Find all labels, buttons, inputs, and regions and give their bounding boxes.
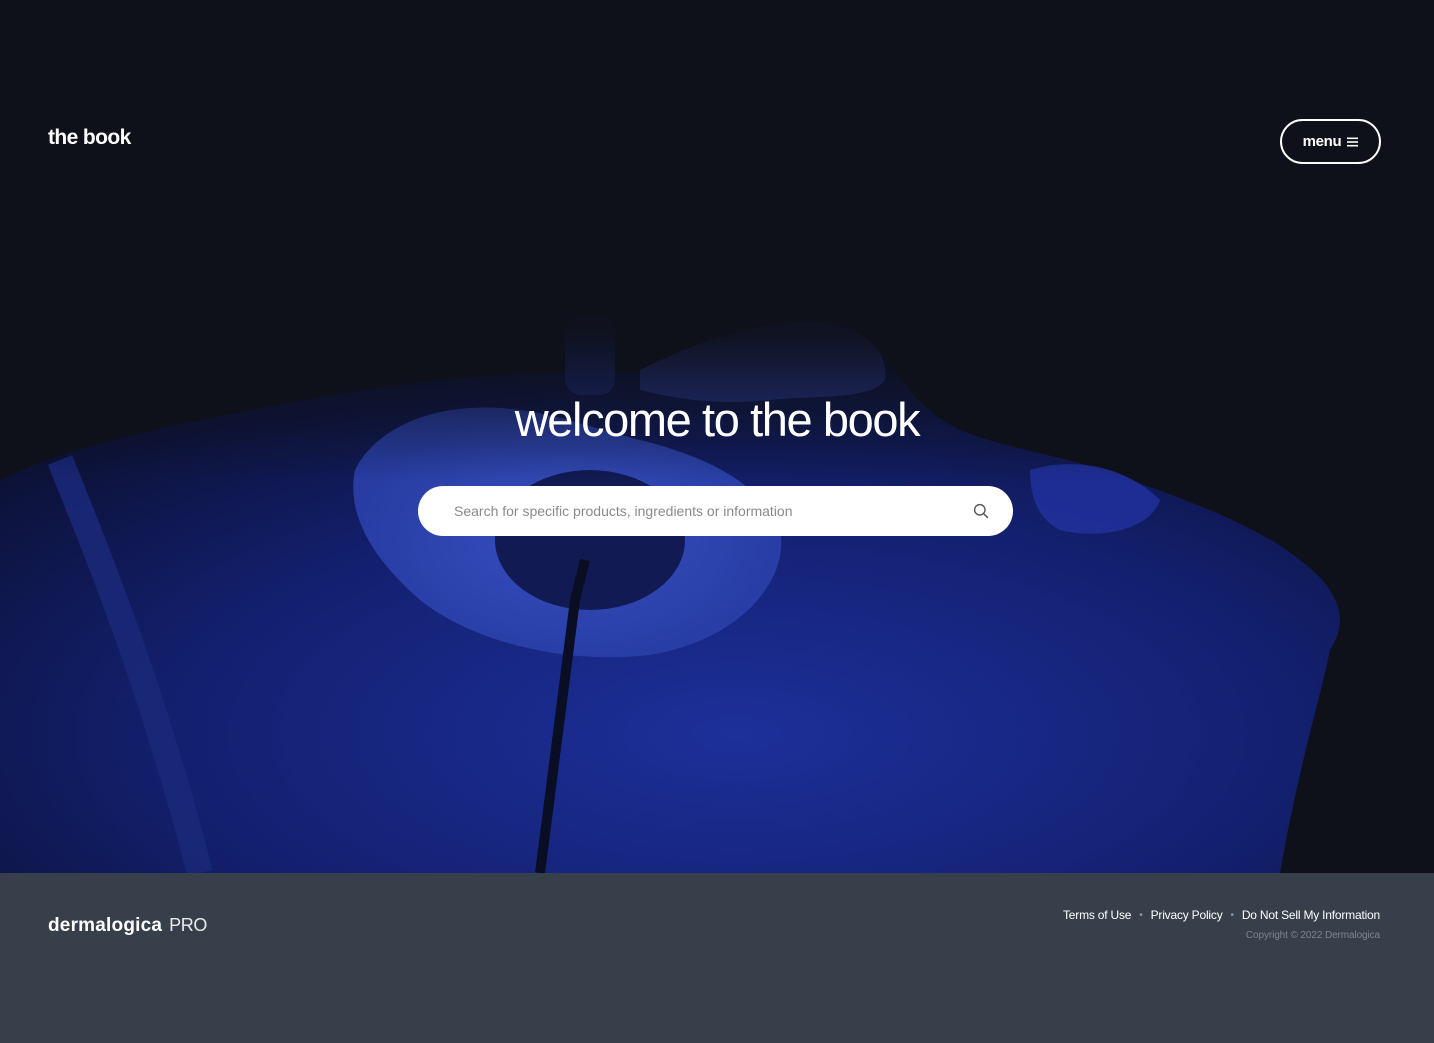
- menu-label: menu: [1302, 133, 1342, 150]
- terms-of-use-link[interactable]: Terms of Use: [1063, 908, 1131, 922]
- logo-suffix: PRO: [169, 915, 207, 935]
- footer: dermalogica PRO Terms of Use • Privacy P…: [0, 873, 1434, 1043]
- logo-wordmark: dermalogica: [48, 915, 163, 936]
- search-icon[interactable]: [973, 503, 989, 519]
- dermalogica-pro-logo[interactable]: dermalogica PRO: [48, 915, 207, 937]
- menu-button[interactable]: menu: [1280, 119, 1381, 164]
- footer-separator: •: [1230, 909, 1235, 921]
- hero-title: welcome to the book: [514, 393, 921, 446]
- footer-links: Terms of Use • Privacy Policy • Do Not S…: [1063, 908, 1380, 922]
- brand-logo[interactable]: the book: [48, 126, 131, 150]
- footer-separator: •: [1139, 909, 1143, 921]
- copyright-text: Copyright © 2022 Dermalogica: [1245, 930, 1380, 941]
- page: the book menu welcome to the book dermal…: [0, 0, 1434, 1043]
- privacy-policy-link[interactable]: Privacy Policy: [1151, 908, 1223, 922]
- hamburger-icon: [1347, 137, 1359, 146]
- do-not-sell-link[interactable]: Do Not Sell My Information: [1242, 908, 1380, 922]
- search-input[interactable]: [452, 502, 973, 520]
- hero-section: the book menu welcome to the book: [0, 0, 1434, 873]
- search-bar: [418, 486, 1013, 536]
